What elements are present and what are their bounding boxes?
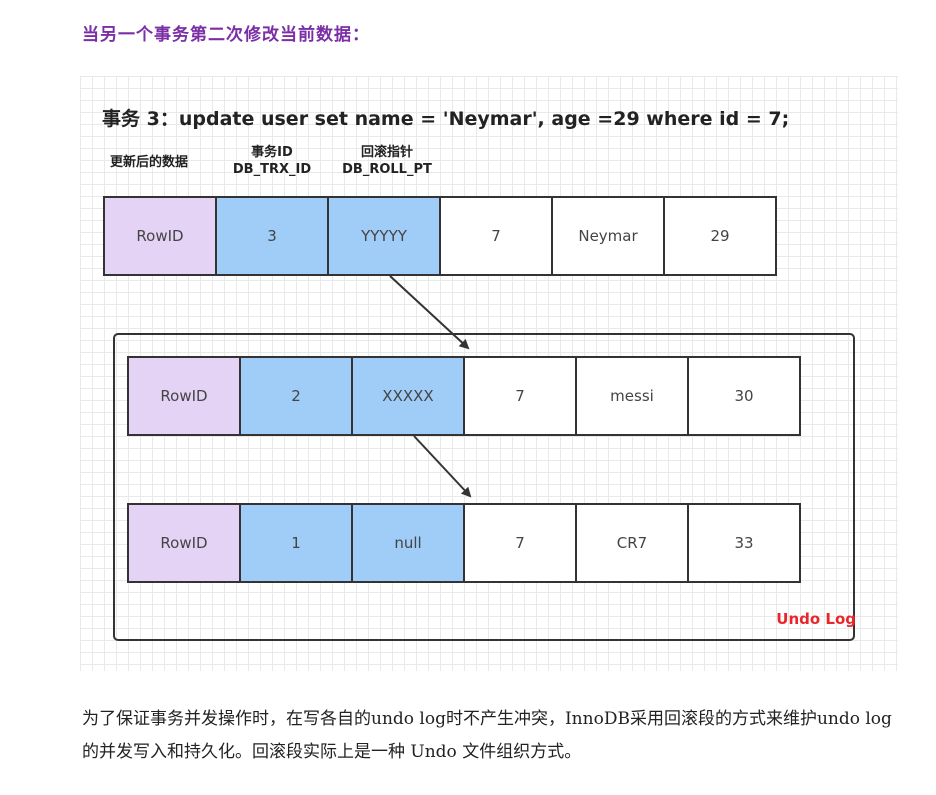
section-heading: 当另一个事务第二次修改当前数据： <box>82 25 370 45</box>
undo-log-diagram: 事务 3：update user set name = 'Neymar', ag… <box>80 76 898 671</box>
pointer-arrows <box>389 275 472 498</box>
explanation-paragraph: 为了保证事务并发操作时，在写各自的undo log时不产生冲突，InnoDB采用… <box>82 709 892 762</box>
roll-pointer-arrow-1 <box>389 275 470 350</box>
roll-pointer-arrow-2 <box>413 435 472 498</box>
